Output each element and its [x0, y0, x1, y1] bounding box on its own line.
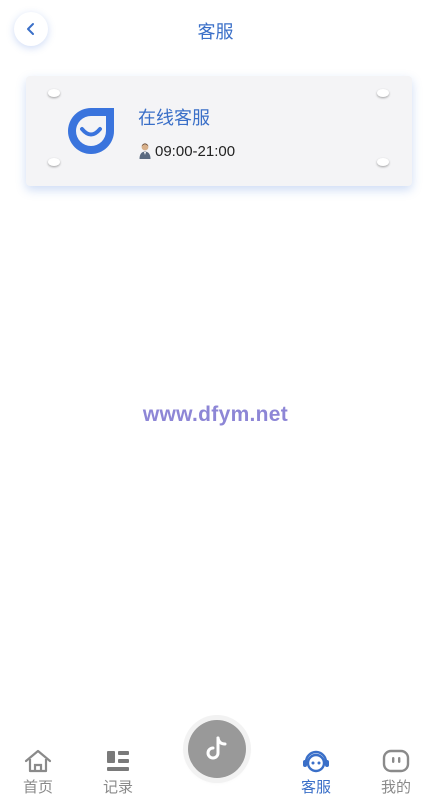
tab-profile[interactable]: 我的 [366, 748, 426, 797]
headset-icon [303, 750, 329, 773]
tab-label: 我的 [380, 779, 411, 796]
smile-drop-logo-icon [68, 108, 114, 154]
tab-service[interactable]: 客服 [286, 748, 346, 797]
online-service-card[interactable]: 在线客服 09:00-21:00 [26, 76, 412, 186]
tiktok-icon [206, 736, 227, 760]
profile-icon [382, 749, 410, 773]
service-title: 在线客服 [138, 108, 210, 128]
pin-decoration [48, 158, 60, 166]
tab-label: 客服 [300, 779, 331, 796]
pin-decoration [48, 89, 60, 97]
list-icon [107, 751, 129, 771]
tab-home[interactable]: 首页 [8, 748, 68, 797]
tab-label: 记录 [102, 779, 133, 796]
page-title: 客服 [197, 22, 234, 42]
hours-text: 09:00-21:00 [155, 142, 236, 160]
tab-records[interactable]: 记录 [88, 748, 148, 797]
watermark-text: www.dfym.net [142, 403, 289, 426]
top-bar: 客服 [0, 0, 431, 60]
home-icon [24, 749, 52, 773]
service-hours: 09:00-21:00 [138, 142, 235, 160]
person-icon [139, 143, 151, 159]
tab-label: 首页 [22, 779, 53, 796]
center-tiktok-button[interactable] [188, 720, 246, 778]
pin-decoration [377, 89, 389, 97]
pin-decoration [377, 158, 389, 166]
